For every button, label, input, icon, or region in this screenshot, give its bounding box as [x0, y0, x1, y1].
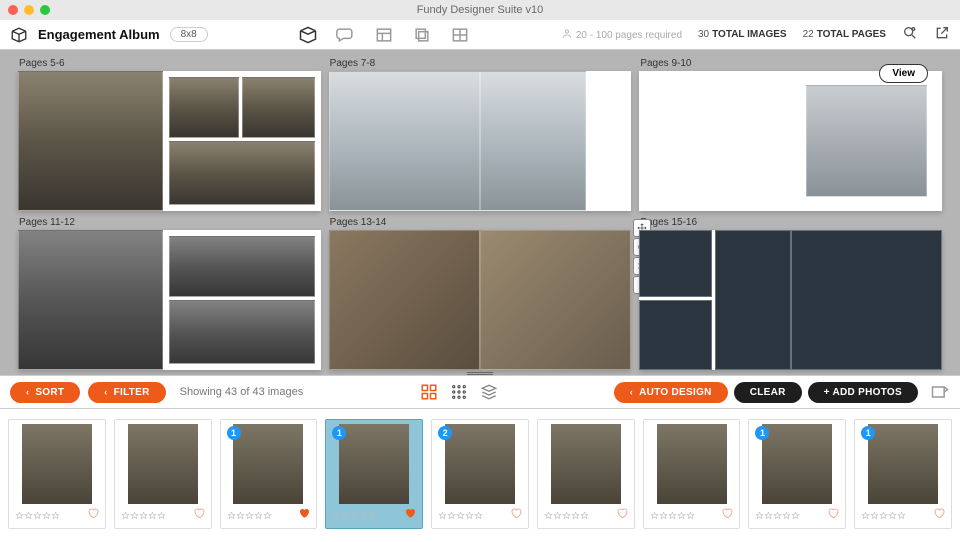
- favorite-heart-icon[interactable]: [721, 506, 733, 524]
- star-rating[interactable]: [438, 511, 483, 520]
- star-rating[interactable]: [650, 511, 695, 520]
- thumbnail[interactable]: 1: [854, 419, 952, 529]
- album-name: Engagement Album: [38, 27, 160, 42]
- add-photos-button[interactable]: + ADD PHOTOS: [808, 382, 918, 403]
- thumb-image: [445, 424, 515, 504]
- auto-design-button[interactable]: ‹AUTO DESIGN: [614, 382, 728, 403]
- thumbnail[interactable]: [537, 419, 635, 529]
- spread[interactable]: Pages 7-8: [329, 58, 632, 211]
- thumbnail[interactable]: 1: [220, 419, 318, 529]
- window-titlebar: Fundy Designer Suite v10: [0, 0, 960, 20]
- showing-count: Showing 43 of 43 images: [180, 386, 304, 398]
- thumb-image: [762, 424, 832, 504]
- grid-view-icon[interactable]: [420, 383, 438, 401]
- thumbnail-tray: 11211: [0, 409, 960, 542]
- total-pages: 22TOTAL PAGES: [803, 29, 886, 40]
- copy-icon[interactable]: [412, 25, 432, 45]
- thumb-image: [233, 424, 303, 504]
- spread-label: Pages 5-6: [19, 58, 321, 69]
- favorite-heart-icon[interactable]: [298, 506, 310, 524]
- stack-view-icon[interactable]: [480, 383, 498, 401]
- pages-required-text: 20 - 100 pages required: [561, 28, 682, 41]
- thumbnail[interactable]: [643, 419, 741, 529]
- favorite-heart-icon[interactable]: [404, 506, 416, 524]
- edit-icon[interactable]: [930, 382, 950, 402]
- star-rating[interactable]: [861, 511, 906, 520]
- spread[interactable]: Pages 9-10 View: [639, 58, 942, 211]
- spread-label: Pages 13-14: [330, 217, 632, 228]
- spread[interactable]: Pages 15-16: [639, 217, 942, 370]
- clear-button[interactable]: CLEAR: [734, 382, 802, 403]
- total-images: 30TOTAL IMAGES: [698, 29, 787, 40]
- thumb-image: [551, 424, 621, 504]
- layout-icon[interactable]: [374, 25, 394, 45]
- thumb-image: [128, 424, 198, 504]
- thumbnail[interactable]: [114, 419, 212, 529]
- thumbnail[interactable]: [8, 419, 106, 529]
- toolbar: Engagement Album 8x8 20 - 100 pages requ…: [0, 20, 960, 50]
- spread-label: Pages 15-16: [640, 217, 942, 228]
- filter-button[interactable]: ‹FILTER: [88, 382, 165, 403]
- minimize-window-icon[interactable]: [24, 5, 34, 15]
- favorite-heart-icon[interactable]: [193, 506, 205, 524]
- box-icon[interactable]: [10, 26, 28, 44]
- mosaic-view-icon[interactable]: [450, 383, 468, 401]
- star-rating[interactable]: [332, 511, 377, 520]
- spreads-canvas: Pages 5-6 Pages 7-8 Pages 9-10 View Page…: [0, 50, 960, 375]
- favorite-heart-icon[interactable]: [616, 506, 628, 524]
- usage-badge: 1: [227, 426, 241, 440]
- tray-resize-handle[interactable]: [467, 372, 493, 376]
- star-rating[interactable]: [227, 511, 272, 520]
- favorite-heart-icon[interactable]: [510, 506, 522, 524]
- spread[interactable]: Pages 11-12: [18, 217, 321, 370]
- chat-icon[interactable]: [336, 25, 356, 45]
- spread-label: Pages 7-8: [330, 58, 632, 69]
- favorite-heart-icon[interactable]: [87, 506, 99, 524]
- star-rating[interactable]: [544, 511, 589, 520]
- sort-button[interactable]: ‹SORT: [10, 382, 80, 403]
- spread[interactable]: Pages 5-6: [18, 58, 321, 211]
- grid-icon[interactable]: [450, 25, 470, 45]
- box2-icon[interactable]: [298, 25, 318, 45]
- search-icon[interactable]: [902, 25, 918, 44]
- bottom-bar: ‹SORT ‹FILTER Showing 43 of 43 images ‹A…: [0, 375, 960, 409]
- album-size-pill[interactable]: 8x8: [170, 27, 208, 42]
- favorite-heart-icon[interactable]: [827, 506, 839, 524]
- view-spread-button[interactable]: View: [879, 64, 928, 83]
- spread[interactable]: Pages 13-14: [329, 217, 632, 370]
- thumbnail[interactable]: 1: [748, 419, 846, 529]
- star-rating[interactable]: [15, 511, 60, 520]
- thumbnail[interactable]: 1: [325, 419, 423, 529]
- external-icon[interactable]: [934, 25, 950, 44]
- star-rating[interactable]: [755, 511, 800, 520]
- thumb-image: [339, 424, 409, 504]
- thumbnail[interactable]: 2: [431, 419, 529, 529]
- thumb-image: [868, 424, 938, 504]
- maximize-window-icon[interactable]: [40, 5, 50, 15]
- star-rating[interactable]: [121, 511, 166, 520]
- spread-label: Pages 11-12: [19, 217, 321, 228]
- window-title: Fundy Designer Suite v10: [417, 4, 544, 16]
- close-window-icon[interactable]: [8, 5, 18, 15]
- favorite-heart-icon[interactable]: [933, 506, 945, 524]
- thumb-image: [22, 424, 92, 504]
- thumb-image: [657, 424, 727, 504]
